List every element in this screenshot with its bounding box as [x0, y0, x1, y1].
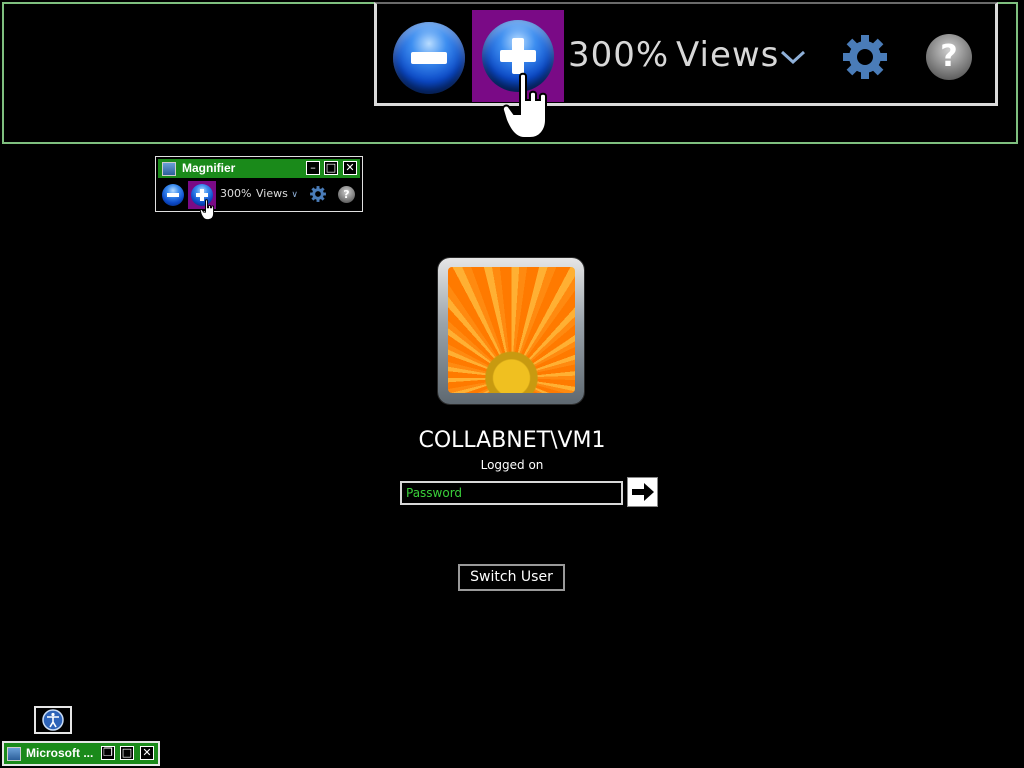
views-label: Views	[256, 187, 288, 200]
views-menu[interactable]: Views	[676, 38, 779, 72]
arrow-right-icon	[631, 483, 654, 501]
views-label: Views	[676, 35, 780, 75]
magnifier-app-icon	[162, 162, 176, 176]
hand-cursor-icon	[502, 72, 547, 139]
submit-button[interactable]	[627, 477, 658, 507]
chevron-down-icon: ∨	[291, 190, 298, 200]
minimize-button[interactable]: –	[306, 161, 320, 175]
close-button[interactable]: ✕	[343, 161, 357, 175]
switch-user-button[interactable]: Switch User	[458, 564, 565, 591]
restore-button[interactable]: ❐	[101, 746, 115, 760]
gear-icon[interactable]	[309, 185, 327, 203]
magnifier-window: Magnifier – □ ✕ 300% Views ∨ ?	[155, 156, 363, 212]
zoom-out-icon[interactable]	[393, 22, 465, 94]
magnifier-title-bar[interactable]: Magnifier – □ ✕	[158, 159, 360, 178]
magnifier-title: Magnifier	[182, 161, 236, 175]
minimized-window[interactable]: Microsoft ... ❐ □ ✕	[2, 741, 160, 766]
help-icon[interactable]: ?	[926, 34, 972, 80]
user-status: Logged on	[480, 458, 544, 472]
zoom-level-label: 300%	[568, 35, 670, 75]
user-avatar	[448, 267, 575, 393]
zoom-out-icon[interactable]	[162, 184, 184, 206]
password-field[interactable]	[400, 481, 623, 505]
maximize-button[interactable]: □	[324, 161, 338, 175]
hand-cursor-icon	[200, 199, 214, 220]
user-name: COLLABNET\VM1	[418, 428, 606, 453]
help-icon[interactable]: ?	[338, 186, 355, 203]
ease-of-access-icon	[42, 709, 64, 731]
ease-of-access-button[interactable]	[34, 706, 72, 734]
minimized-window-title: Microsoft ...	[26, 746, 94, 760]
close-button[interactable]: ✕	[140, 746, 154, 760]
gear-icon[interactable]	[840, 32, 890, 82]
window-app-icon	[7, 747, 21, 761]
views-menu[interactable]: Views ∨	[256, 187, 298, 200]
chevron-down-icon[interactable]	[780, 50, 806, 64]
zoom-level-label: 300%	[220, 187, 252, 200]
maximize-button[interactable]: □	[120, 746, 134, 760]
